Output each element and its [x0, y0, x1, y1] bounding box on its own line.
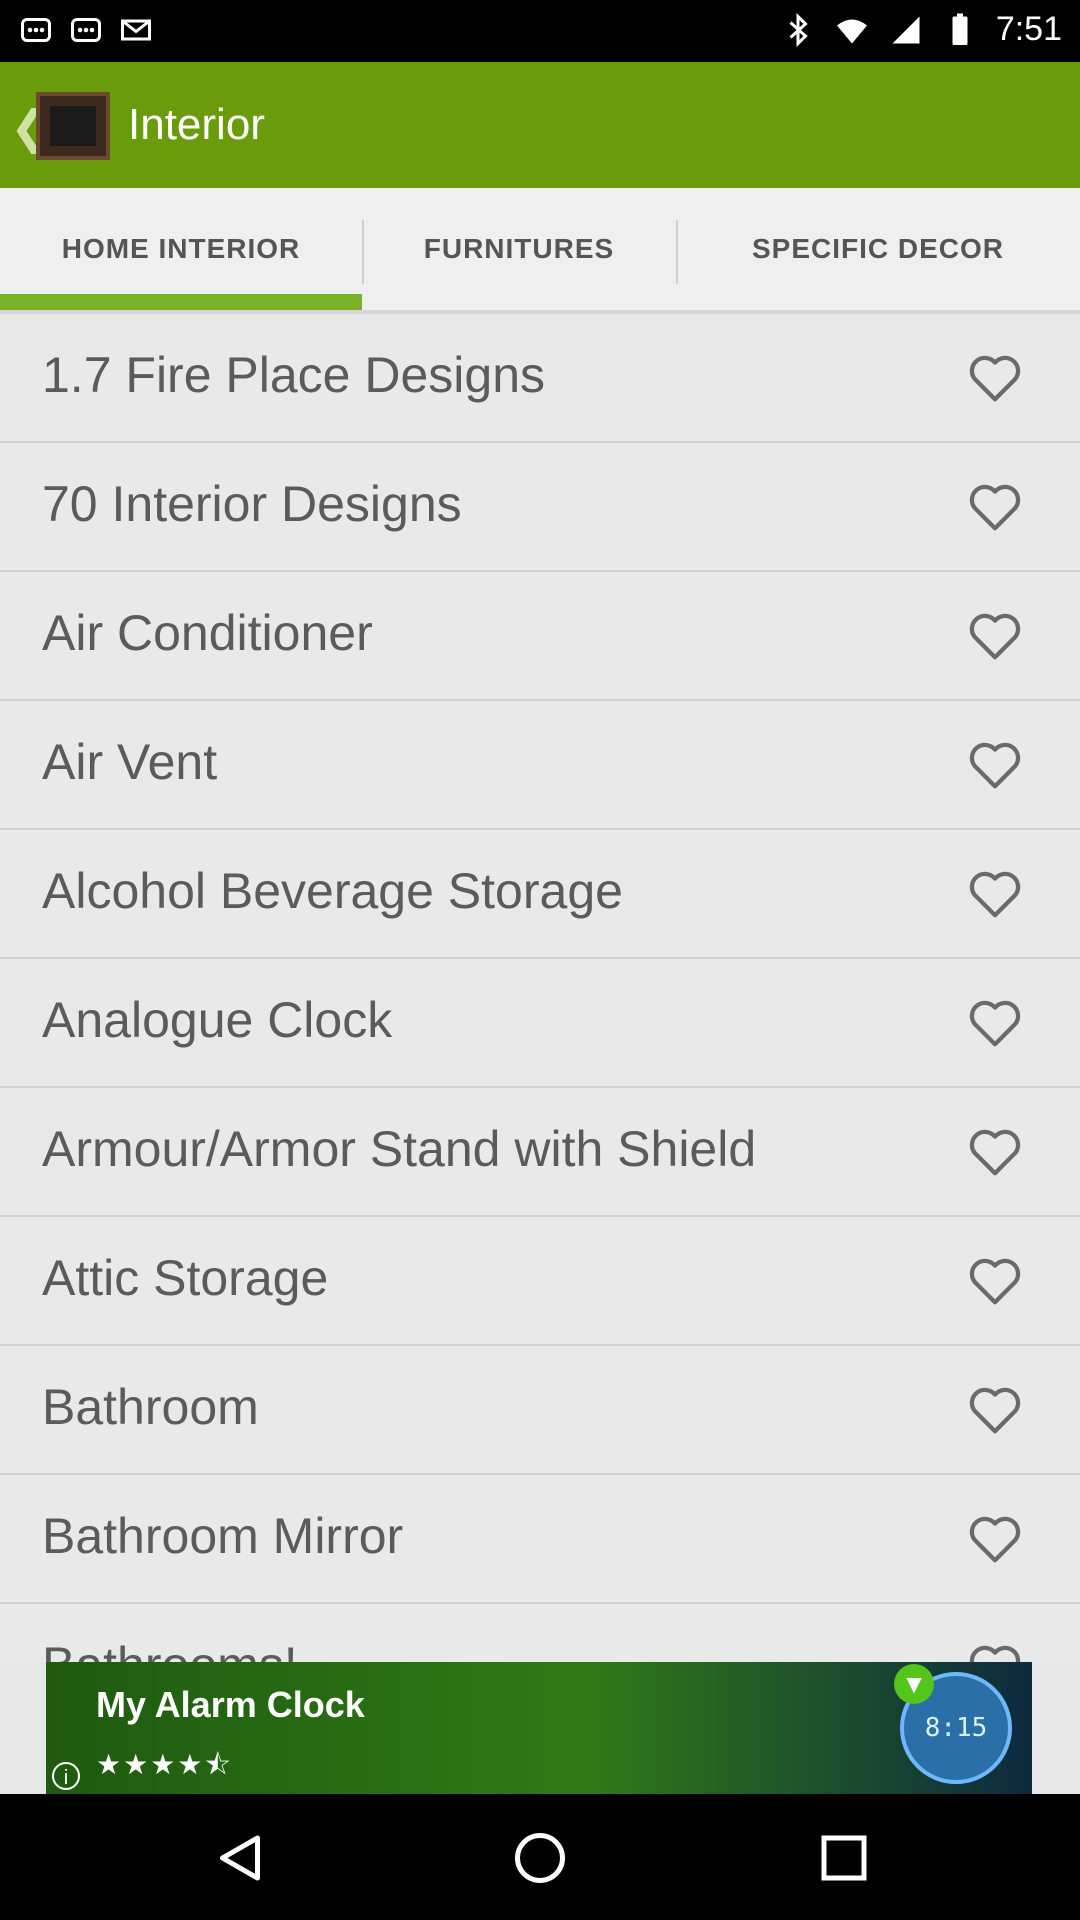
- favorite-heart-icon[interactable]: [966, 1126, 1024, 1178]
- wifi-icon: [836, 19, 867, 43]
- list-item[interactable]: Analogue Clock: [0, 959, 1080, 1088]
- status-time: 7:51: [995, 10, 1062, 48]
- cell-signal-icon: [892, 16, 920, 43]
- list-item[interactable]: Bathrooms!: [0, 1604, 1080, 1662]
- favorite-heart-icon[interactable]: [966, 610, 1024, 662]
- list-item[interactable]: Alcohol Beverage Storage: [0, 830, 1080, 959]
- tab-specific-decor[interactable]: SPECIFIC DECOR: [676, 188, 1080, 310]
- favorite-heart-icon[interactable]: [966, 481, 1024, 533]
- list-item-label: Analogue Clock: [42, 992, 393, 1048]
- nav-recents-icon[interactable]: [814, 1828, 874, 1888]
- list-item[interactable]: 70 Interior Designs: [0, 443, 1080, 572]
- mail-icon: [121, 19, 151, 41]
- list-item[interactable]: Air Conditioner: [0, 572, 1080, 701]
- list-item-label: Bathroom: [42, 1379, 259, 1435]
- battery-icon: [952, 13, 968, 45]
- list-item[interactable]: Air Vent: [0, 701, 1080, 830]
- page-title: Interior: [128, 100, 265, 149]
- list-item[interactable]: Attic Storage: [0, 1217, 1080, 1346]
- app-logo-icon[interactable]: [36, 92, 110, 160]
- ad-title: My Alarm Clock: [96, 1684, 365, 1725]
- favorite-heart-icon[interactable]: [966, 1384, 1024, 1436]
- ad-banner[interactable]: My Alarm Clock ★★★★⯪ i 8:15 ▼: [46, 1662, 1032, 1794]
- favorite-heart-icon[interactable]: [966, 868, 1024, 920]
- tab-furnitures[interactable]: FURNITURES: [362, 188, 676, 310]
- list-item-label: Bathroom Mirror: [42, 1508, 404, 1564]
- list-item-label: Armour/Armor Stand with Shield: [42, 1121, 757, 1177]
- list-item-label: Bathrooms!: [42, 1636, 298, 1662]
- ad-info-icon[interactable]: i: [52, 1762, 80, 1790]
- system-nav-bar: [0, 1794, 1080, 1920]
- ad-rating-stars: ★★★★⯪: [96, 1749, 233, 1780]
- nav-back-icon[interactable]: [210, 1828, 270, 1888]
- favorite-heart-icon[interactable]: [966, 352, 1024, 404]
- app-bar: ❮ Interior: [0, 62, 1080, 188]
- favorite-heart-icon[interactable]: [966, 997, 1024, 1049]
- list-item-label: Alcohol Beverage Storage: [42, 863, 623, 919]
- list-item[interactable]: Bathroom: [0, 1346, 1080, 1475]
- favorite-heart-icon[interactable]: [966, 739, 1024, 791]
- list-item-label: Air Conditioner: [42, 605, 373, 661]
- list-item[interactable]: 1.7 Fire Place Designs: [0, 314, 1080, 443]
- list-item-label: 1.7 Fire Place Designs: [42, 347, 546, 403]
- nav-home-icon[interactable]: [510, 1828, 570, 1888]
- status-bar: 7:51: [0, 0, 1080, 62]
- list-item-label: Air Vent: [42, 734, 218, 790]
- list-item[interactable]: Bathroom Mirror: [0, 1475, 1080, 1604]
- items-list[interactable]: 1.7 Fire Place Designs 70 Interior Desig…: [0, 314, 1080, 1662]
- download-arrow-icon[interactable]: ▼: [894, 1664, 934, 1704]
- bluetooth-icon: [789, 12, 808, 47]
- favorite-heart-icon[interactable]: [966, 1255, 1024, 1307]
- tab-bar: HOME INTERIOR FURNITURES SPECIFIC DECOR: [0, 188, 1080, 314]
- messages-icon: [21, 18, 51, 42]
- favorite-heart-icon[interactable]: [966, 1513, 1024, 1565]
- messages-icon: [71, 18, 101, 42]
- tab-home-interior[interactable]: HOME INTERIOR: [0, 188, 362, 310]
- favorite-heart-icon[interactable]: [966, 1642, 1024, 1662]
- list-item-label: Attic Storage: [42, 1250, 329, 1306]
- list-item[interactable]: Armour/Armor Stand with Shield: [0, 1088, 1080, 1217]
- list-item-label: 70 Interior Designs: [42, 476, 462, 532]
- notification-icons: [18, 12, 154, 48]
- tab-selected-indicator: [0, 294, 362, 310]
